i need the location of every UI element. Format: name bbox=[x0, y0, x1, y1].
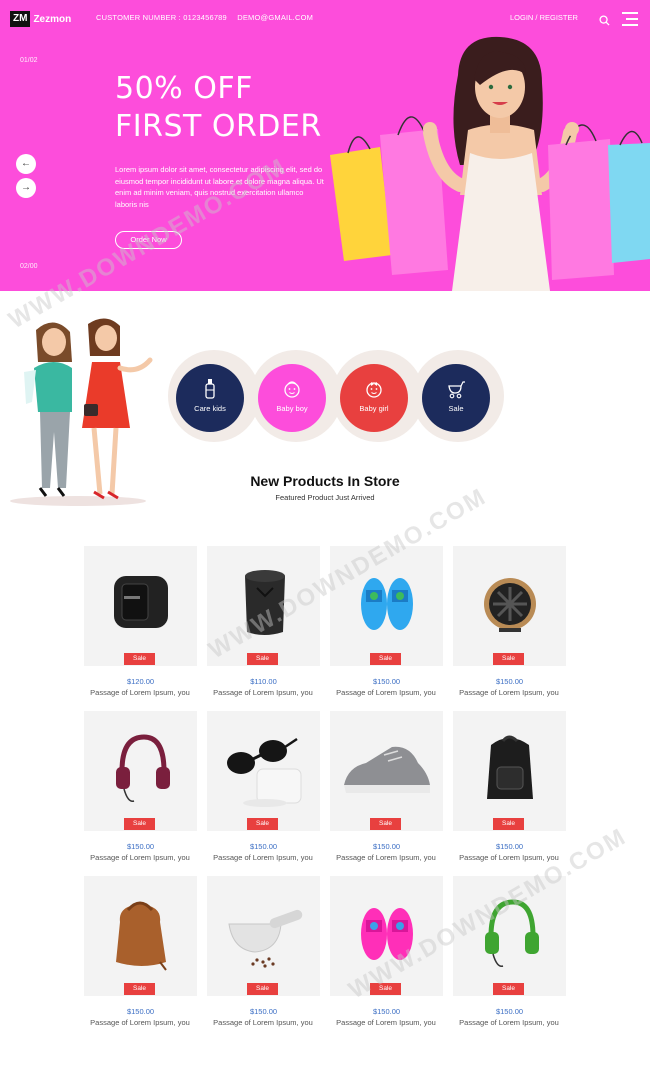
category-label: Baby girl bbox=[359, 404, 389, 413]
product-price: $150.00 bbox=[495, 1007, 524, 1016]
baby-face-icon bbox=[284, 381, 300, 398]
top-bar: ZM Zezmon CUSTOMER NUMBER : 0123456789 D… bbox=[0, 0, 650, 38]
product-card[interactable]: Sale bbox=[207, 546, 320, 666]
product-description: Passage of Lorem Ipsum, you bbox=[459, 1018, 559, 1027]
backpack-image bbox=[487, 735, 533, 799]
logo[interactable]: ZM Zezmon bbox=[10, 11, 71, 27]
category-baby-boy[interactable]: Baby boy bbox=[258, 364, 326, 432]
search-icon[interactable] bbox=[599, 15, 610, 26]
logo-name: Zezmon bbox=[33, 13, 72, 25]
section-title: New Products In Store bbox=[250, 473, 400, 489]
sale-badge: Sale bbox=[247, 983, 278, 995]
next-slide-button[interactable]: → bbox=[16, 178, 36, 198]
product-description: Passage of Lorem Ipsum, you bbox=[90, 1018, 190, 1027]
category-baby-girl[interactable]: Baby girl bbox=[340, 364, 408, 432]
login-register-link[interactable]: LOGIN / REGISTER bbox=[510, 13, 578, 22]
maroon-headphones-image bbox=[116, 734, 170, 802]
smartwatch-image bbox=[114, 576, 168, 628]
sale-badge: Sale bbox=[493, 653, 524, 665]
mortar-image bbox=[228, 909, 303, 968]
sale-badge: Sale bbox=[247, 818, 278, 830]
product-price: $150.00 bbox=[495, 842, 524, 851]
pink-slippers-image bbox=[361, 908, 413, 960]
hero-title-line-1: 50% OFF bbox=[115, 71, 253, 106]
category-label: Baby boy bbox=[276, 404, 308, 413]
sale-badge: Sale bbox=[124, 653, 155, 665]
sunglasses-image bbox=[227, 737, 302, 807]
sale-badge: Sale bbox=[124, 983, 155, 995]
hero-title: 50% OFF FIRST ORDER bbox=[115, 70, 322, 146]
product-price: $150.00 bbox=[372, 677, 401, 686]
sale-badge: Sale bbox=[124, 818, 155, 830]
product-description: Passage of Lorem Ipsum, you bbox=[336, 1018, 436, 1027]
fan-image bbox=[484, 578, 536, 632]
green-headphones-image bbox=[485, 899, 539, 967]
category-sale[interactable]: Sale bbox=[422, 364, 490, 432]
sneaker-image bbox=[344, 746, 430, 793]
hero-banner: ZM Zezmon CUSTOMER NUMBER : 0123456789 D… bbox=[0, 0, 650, 291]
product-description: Passage of Lorem Ipsum, you bbox=[336, 853, 436, 862]
section-subtitle: Featured Product Just Arrived bbox=[275, 493, 375, 502]
leather-bag-image bbox=[116, 901, 167, 971]
product-card[interactable]: Sale bbox=[453, 711, 566, 831]
category-care-kids[interactable]: Care kids bbox=[176, 364, 244, 432]
sale-badge: Sale bbox=[493, 983, 524, 995]
product-card[interactable]: Sale bbox=[84, 711, 197, 831]
product-price: $150.00 bbox=[126, 1007, 155, 1016]
hero-title-line-2: FIRST ORDER bbox=[115, 109, 322, 144]
blue-slippers-image bbox=[361, 578, 413, 630]
product-price: $150.00 bbox=[249, 1007, 278, 1016]
prev-slide-button[interactable]: ← bbox=[16, 154, 36, 174]
product-description: Passage of Lorem Ipsum, you bbox=[90, 688, 190, 697]
category-label: Sale bbox=[448, 404, 464, 413]
product-price: $150.00 bbox=[372, 1007, 401, 1016]
product-card[interactable]: Sale bbox=[207, 711, 320, 831]
stroller-icon bbox=[448, 381, 465, 399]
product-price: $150.00 bbox=[495, 677, 524, 686]
customer-number: CUSTOMER NUMBER : 0123456789 bbox=[96, 13, 227, 22]
slide-counter-top: 01/02 bbox=[20, 57, 38, 64]
product-description: Passage of Lorem Ipsum, you bbox=[90, 853, 190, 862]
shopping-woman-illustration bbox=[330, 36, 650, 291]
product-price: $110.00 bbox=[250, 677, 277, 686]
logo-mark: ZM bbox=[10, 11, 31, 27]
product-card[interactable]: Sale bbox=[330, 546, 443, 666]
slide-counter-bottom: 02/00 bbox=[20, 263, 38, 270]
product-description: Passage of Lorem Ipsum, you bbox=[336, 688, 436, 697]
sale-badge: Sale bbox=[370, 983, 401, 995]
baby-face-icon bbox=[366, 382, 382, 398]
product-price: $150.00 bbox=[126, 842, 155, 851]
sale-badge: Sale bbox=[493, 818, 524, 830]
product-card[interactable]: Sale bbox=[453, 546, 566, 666]
hero-description: Lorem ipsum dolor sit amet, consectetur … bbox=[115, 165, 324, 209]
speaker-image bbox=[245, 570, 285, 635]
hamburger-menu-icon[interactable] bbox=[622, 12, 638, 26]
sale-badge: Sale bbox=[370, 818, 401, 830]
product-card[interactable]: Sale bbox=[84, 876, 197, 996]
contact-info: CUSTOMER NUMBER : 0123456789 DEMO@GMAIL.… bbox=[96, 13, 321, 22]
order-now-button[interactable]: Order Now bbox=[115, 231, 182, 249]
category-label: Care kids bbox=[194, 404, 226, 413]
product-description: Passage of Lorem Ipsum, you bbox=[213, 853, 313, 862]
product-price: $120.00 bbox=[126, 677, 155, 686]
sale-badge: Sale bbox=[370, 653, 401, 665]
product-price: $150.00 bbox=[372, 842, 401, 851]
product-description: Passage of Lorem Ipsum, you bbox=[213, 1018, 313, 1027]
product-description: Passage of Lorem Ipsum, you bbox=[213, 688, 313, 697]
contact-email[interactable]: DEMO@GMAIL.COM bbox=[237, 13, 313, 22]
sale-badge: Sale bbox=[247, 653, 278, 665]
product-description: Passage of Lorem Ipsum, you bbox=[459, 853, 559, 862]
product-card[interactable]: Sale bbox=[207, 876, 320, 996]
product-description: Passage of Lorem Ipsum, you bbox=[459, 688, 559, 697]
product-card[interactable]: Sale bbox=[84, 546, 197, 666]
product-card[interactable]: Sale bbox=[330, 876, 443, 996]
product-price: $150.00 bbox=[249, 842, 278, 851]
bottle-icon bbox=[205, 379, 215, 399]
product-card[interactable]: Sale bbox=[453, 876, 566, 996]
product-card[interactable]: Sale bbox=[330, 711, 443, 831]
